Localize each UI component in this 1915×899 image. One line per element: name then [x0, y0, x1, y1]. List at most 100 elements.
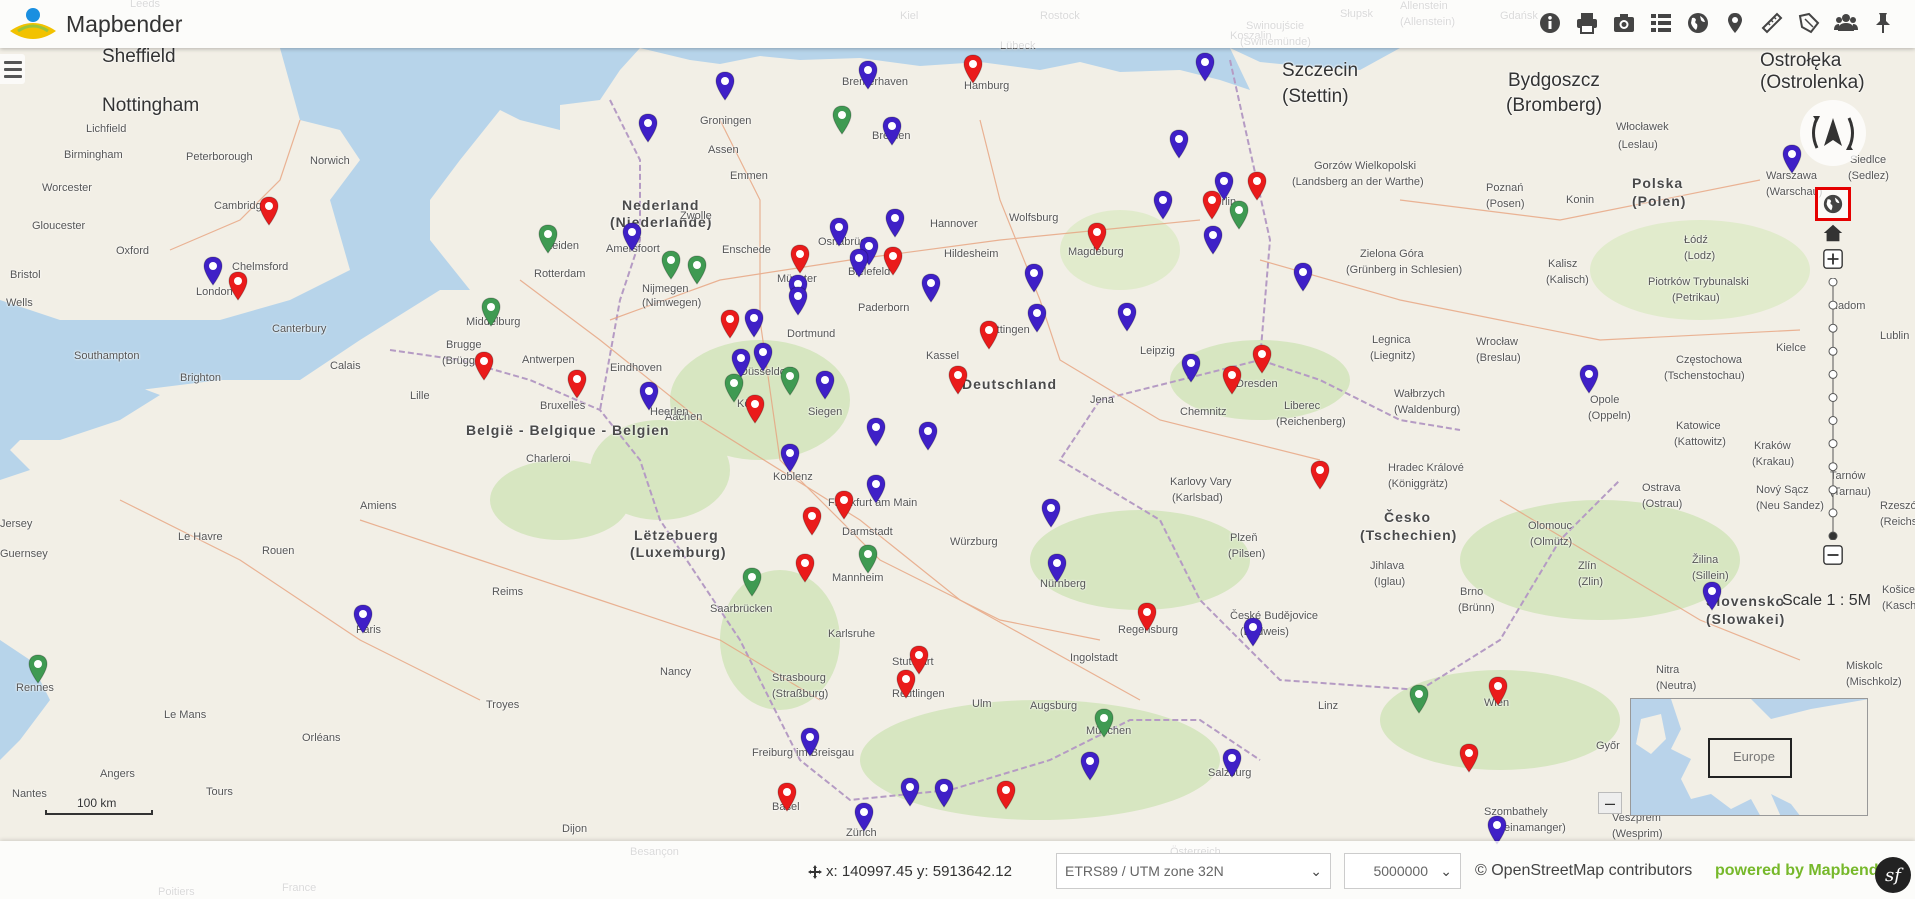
- powered-by-link[interactable]: powered by Mapbender: [1715, 862, 1894, 880]
- map-marker-blue[interactable]: [881, 116, 903, 146]
- map-marker-blue[interactable]: [779, 443, 801, 473]
- map-marker-blue[interactable]: [1202, 225, 1224, 255]
- zoom-home-button[interactable]: [1820, 220, 1846, 246]
- map-marker-blue[interactable]: [752, 342, 774, 372]
- map-marker-blue[interactable]: [917, 421, 939, 451]
- map-marker-red[interactable]: [995, 780, 1017, 810]
- map-marker-blue[interactable]: [1578, 364, 1600, 394]
- map-marker-red[interactable]: [473, 351, 495, 381]
- map-marker-red[interactable]: [1309, 460, 1331, 490]
- map-marker-red[interactable]: [566, 369, 588, 399]
- zoom-out-button[interactable]: [1820, 542, 1846, 568]
- map-marker-blue[interactable]: [743, 308, 765, 338]
- map-marker-red[interactable]: [1487, 676, 1509, 706]
- zoom-slider[interactable]: [1827, 278, 1839, 540]
- map-marker-blue[interactable]: [828, 217, 850, 247]
- map-marker-red[interactable]: [895, 669, 917, 699]
- map-marker-blue[interactable]: [1242, 617, 1264, 647]
- scale-selector[interactable]: 5000000 ⌄: [1344, 853, 1461, 889]
- map-marker-blue[interactable]: [1194, 52, 1216, 82]
- map-marker-red[interactable]: [789, 244, 811, 274]
- map-marker-blue[interactable]: [714, 71, 736, 101]
- print-button[interactable]: [1568, 8, 1605, 38]
- map-marker-blue[interactable]: [853, 802, 875, 832]
- measure-area-button[interactable]: [1790, 8, 1827, 38]
- map-marker-green[interactable]: [723, 373, 745, 403]
- measure-line-button[interactable]: [1753, 8, 1790, 38]
- map-marker-blue[interactable]: [920, 273, 942, 303]
- map-marker-red[interactable]: [258, 196, 280, 226]
- map-marker-green[interactable]: [1093, 708, 1115, 738]
- map-marker-red[interactable]: [978, 320, 1000, 350]
- map-marker-green[interactable]: [857, 544, 879, 574]
- map-marker-red[interactable]: [962, 54, 984, 84]
- map-marker-blue[interactable]: [1168, 129, 1190, 159]
- map-marker-red[interactable]: [719, 309, 741, 339]
- map-marker-green[interactable]: [831, 105, 853, 135]
- map-marker-blue[interactable]: [1292, 262, 1314, 292]
- map-marker-blue[interactable]: [787, 286, 809, 316]
- map-marker-blue[interactable]: [352, 604, 374, 634]
- map-marker-blue[interactable]: [857, 60, 879, 90]
- map-marker-blue[interactable]: [202, 256, 224, 286]
- map-marker-red[interactable]: [1086, 222, 1108, 252]
- map-marker-blue[interactable]: [1180, 353, 1202, 383]
- rotate-north-button[interactable]: [1800, 100, 1866, 166]
- map-viewport[interactable]: Nederland (Niederlande) België - Belgique …: [0, 0, 1915, 899]
- map-marker-red[interactable]: [227, 271, 249, 301]
- map-marker-blue[interactable]: [1116, 302, 1138, 332]
- map-marker-red[interactable]: [833, 490, 855, 520]
- map-marker-blue[interactable]: [1781, 144, 1803, 174]
- map-marker-red[interactable]: [1221, 365, 1243, 395]
- map-marker-blue[interactable]: [865, 474, 887, 504]
- zoom-in-button[interactable]: [1820, 246, 1846, 272]
- map-marker-red[interactable]: [1246, 171, 1268, 201]
- map-marker-red[interactable]: [794, 553, 816, 583]
- map-marker-blue[interactable]: [1040, 498, 1062, 528]
- map-marker-red[interactable]: [801, 506, 823, 536]
- map-marker-blue[interactable]: [865, 417, 887, 447]
- map-marker-green[interactable]: [779, 366, 801, 396]
- overview-toggle-button[interactable]: –: [1598, 792, 1622, 814]
- map-marker-blue[interactable]: [1079, 751, 1101, 781]
- map-marker-blue[interactable]: [933, 778, 955, 808]
- map-marker-blue[interactable]: [814, 370, 836, 400]
- map-marker-green[interactable]: [27, 654, 49, 684]
- map-marker-green[interactable]: [480, 297, 502, 327]
- map-marker-red[interactable]: [1136, 602, 1158, 632]
- map-marker-blue[interactable]: [638, 381, 660, 411]
- map-marker-blue[interactable]: [637, 113, 659, 143]
- pin-button[interactable]: [1864, 8, 1901, 38]
- user-button[interactable]: [1827, 8, 1864, 38]
- map-attribution[interactable]: © OpenStreetMap contributors: [1475, 862, 1692, 880]
- overview-map[interactable]: Europe: [1630, 698, 1868, 816]
- map-marker-blue[interactable]: [1046, 553, 1068, 583]
- map-marker-blue[interactable]: [884, 208, 906, 238]
- srs-selector[interactable]: ETRS89 / UTM zone 32N ⌄: [1056, 853, 1331, 889]
- map-marker-blue[interactable]: [1221, 748, 1243, 778]
- map-marker-blue[interactable]: [1701, 581, 1723, 611]
- map-marker-blue[interactable]: [799, 727, 821, 757]
- sidepane-toggle-button[interactable]: [0, 54, 25, 84]
- map-marker-red[interactable]: [776, 782, 798, 812]
- map-marker-red[interactable]: [744, 394, 766, 424]
- map-marker-green[interactable]: [660, 250, 682, 280]
- map-marker-red[interactable]: [882, 246, 904, 276]
- map-marker-green[interactable]: [741, 567, 763, 597]
- map-marker-red[interactable]: [1458, 743, 1480, 773]
- about-button[interactable]: [1531, 8, 1568, 38]
- map-marker-blue[interactable]: [1026, 303, 1048, 333]
- map-marker-red[interactable]: [1201, 190, 1223, 220]
- image-export-button[interactable]: [1605, 8, 1642, 38]
- map-marker-blue[interactable]: [899, 777, 921, 807]
- map-marker-green[interactable]: [537, 224, 559, 254]
- zoom-to-max-extent-button[interactable]: [1815, 187, 1851, 221]
- layertree-button[interactable]: [1642, 8, 1679, 38]
- map-marker-blue[interactable]: [621, 222, 643, 252]
- map-marker-green[interactable]: [686, 255, 708, 285]
- map-marker-blue[interactable]: [1152, 190, 1174, 220]
- map-marker-blue[interactable]: [1023, 263, 1045, 293]
- poi-button[interactable]: [1716, 8, 1753, 38]
- map-marker-green[interactable]: [1408, 684, 1430, 714]
- map-marker-red[interactable]: [1251, 344, 1273, 374]
